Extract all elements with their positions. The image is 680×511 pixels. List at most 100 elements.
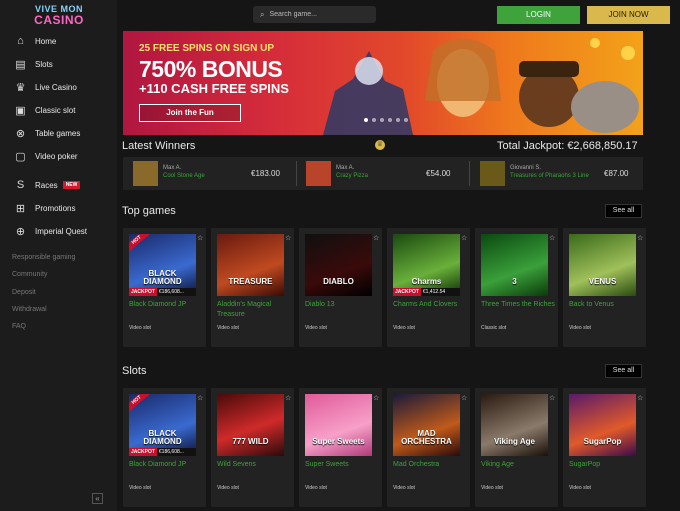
- favorite-star-icon[interactable]: ☆: [373, 234, 379, 242]
- game-card[interactable]: SugarPop ☆ SugarPop Video slot: [563, 388, 646, 507]
- game-type: Video slot: [129, 325, 151, 331]
- game-thumbnail[interactable]: SugarPop: [569, 394, 636, 456]
- game-type: Video slot: [305, 485, 327, 491]
- favorite-star-icon[interactable]: ☆: [373, 394, 379, 402]
- video-poker-icon: ▢: [15, 150, 26, 163]
- sidebar-item-video-poker[interactable]: ▢ Video poker: [14, 148, 78, 164]
- game-name[interactable]: Wild Sevens: [217, 460, 291, 470]
- winner-game[interactable]: Treasures of Pharaohs 3 Line: [510, 173, 589, 179]
- game-thumbnail[interactable]: 3: [481, 234, 548, 296]
- jackpot-value: €186,608...: [156, 288, 196, 296]
- sidebar-item-imperial-quest[interactable]: ⊕ Imperial Quest: [14, 223, 87, 239]
- game-card[interactable]: MAD ORCHESTRA ☆ Mad Orchestra Video slot: [387, 388, 470, 507]
- game-card[interactable]: 3 ☆ Three Times the Riches Classic slot: [475, 228, 558, 347]
- game-thumbnail[interactable]: BLACK DIAMOND HOT JACKPOT €186,608...: [129, 234, 196, 296]
- search-bar[interactable]: ⌕: [253, 6, 376, 23]
- game-thumbnail[interactable]: 777 WILD: [217, 394, 284, 456]
- favorite-star-icon[interactable]: ☆: [549, 234, 555, 242]
- sidebar-item-table-games[interactable]: ⊗ Table games: [14, 125, 80, 141]
- join-now-button[interactable]: JOIN NOW: [587, 6, 670, 24]
- banner-cash-spins: +110 CASH FREE SPINS: [139, 81, 289, 96]
- winner-game-thumbnail: [480, 161, 505, 186]
- sidebar-item-slots[interactable]: ▤ Slots: [14, 56, 53, 72]
- game-card[interactable]: Viking Age ☆ Viking Age Video slot: [475, 388, 558, 507]
- game-name[interactable]: SugarPop: [569, 460, 643, 470]
- game-thumbnail[interactable]: Charms JACKPOT €1,412.54: [393, 234, 460, 296]
- winner-entry[interactable]: Max A. Crazy Pizza €54.00: [306, 161, 456, 186]
- game-card[interactable]: DIABLO ☆ Diablo 13 Video slot: [299, 228, 382, 347]
- game-name[interactable]: Aladdin's Magical Treasure: [217, 300, 291, 320]
- sidebar-item-races[interactable]: S Races NEW: [14, 177, 81, 193]
- footer-link-deposit[interactable]: Deposit: [12, 289, 36, 296]
- footer-link-community[interactable]: Community: [12, 271, 47, 278]
- favorite-star-icon[interactable]: ☆: [197, 394, 203, 402]
- winner-entry[interactable]: Max A. Cool Stone Age €183.00: [133, 161, 283, 186]
- carousel-dot[interactable]: [388, 118, 392, 122]
- collapse-sidebar-button[interactable]: «: [92, 493, 103, 504]
- carousel-dots: [364, 118, 408, 122]
- game-thumbnail[interactable]: BLACK DIAMOND HOT JACKPOT €186,608...: [129, 394, 196, 456]
- favorite-star-icon[interactable]: ☆: [285, 394, 291, 402]
- top-games-title: Top games: [122, 205, 176, 217]
- sidebar-item-home[interactable]: ⌂ Home: [14, 33, 56, 49]
- search-input[interactable]: [269, 11, 365, 18]
- game-thumbnail[interactable]: DIABLO: [305, 234, 372, 296]
- winner-game[interactable]: Cool Stone Age: [163, 173, 205, 179]
- winner-name: Giovanni S.: [510, 165, 542, 171]
- game-name[interactable]: Mad Orchestra: [393, 460, 467, 470]
- favorite-star-icon[interactable]: ☆: [549, 394, 555, 402]
- game-card[interactable]: BLACK DIAMOND HOT JACKPOT €186,608... ☆ Black…: [123, 228, 206, 347]
- sidebar-item-promotions[interactable]: ⊞ Promotions: [14, 200, 76, 216]
- game-name[interactable]: Charms And Clovers: [393, 300, 467, 310]
- promo-banner[interactable]: 25 FREE SPINS ON SIGN UP 750% BONUS +110…: [123, 31, 643, 135]
- game-name[interactable]: Three Times the Riches: [481, 300, 555, 310]
- sidebar-item-live-casino[interactable]: ♛ Live Casino: [14, 79, 77, 95]
- top-games-see-all-button[interactable]: See all: [605, 204, 642, 218]
- favorite-star-icon[interactable]: ☆: [197, 234, 203, 242]
- join-the-fun-button[interactable]: Join the Fun: [139, 104, 241, 122]
- favorite-star-icon[interactable]: ☆: [637, 234, 643, 242]
- winner-entry[interactable]: Giovanni S. Treasures of Pharaohs 3 Line €…: [480, 161, 630, 186]
- login-button[interactable]: LOGIN: [497, 6, 580, 24]
- sidebar-item-label: Video poker: [35, 151, 78, 161]
- game-card[interactable]: Super Sweets ☆ Super Sweets Video slot: [299, 388, 382, 507]
- game-name[interactable]: Black Diamond JP: [129, 300, 203, 310]
- game-name[interactable]: Diablo 13: [305, 300, 379, 310]
- carousel-dot[interactable]: [364, 118, 368, 122]
- game-card[interactable]: TREASURE ☆ Aladdin's Magical Treasure Video…: [211, 228, 294, 347]
- footer-link-withdrawal[interactable]: Withdrawal: [12, 306, 47, 313]
- footer-link-responsible-gaming[interactable]: Responsible gaming: [12, 254, 75, 261]
- favorite-star-icon[interactable]: ☆: [461, 394, 467, 402]
- carousel-dot[interactable]: [380, 118, 384, 122]
- favorite-star-icon[interactable]: ☆: [637, 394, 643, 402]
- game-thumbnail[interactable]: MAD ORCHESTRA: [393, 394, 460, 456]
- gift-icon: ⊞: [15, 202, 26, 215]
- sidebar-item-label: Table games: [35, 128, 81, 138]
- game-name[interactable]: Viking Age: [481, 460, 555, 470]
- sidebar-item-classic-slot[interactable]: ▣ Classic slot: [14, 102, 75, 118]
- game-card[interactable]: 777 WILD ☆ Wild Sevens Video slot: [211, 388, 294, 507]
- favorite-star-icon[interactable]: ☆: [461, 234, 467, 242]
- game-name[interactable]: Black Diamond JP: [129, 460, 203, 470]
- casino-logo[interactable]: VIVE MON CASINO: [33, 5, 85, 29]
- table-games-icon: ⊗: [15, 127, 26, 140]
- new-badge: NEW: [62, 181, 81, 189]
- carousel-dot[interactable]: [404, 118, 408, 122]
- game-name[interactable]: Super Sweets: [305, 460, 379, 470]
- sidebar-item-label: Imperial Quest: [35, 226, 88, 236]
- game-card[interactable]: VENUS ☆ Back to Venus Video slot: [563, 228, 646, 347]
- game-thumbnail[interactable]: Viking Age: [481, 394, 548, 456]
- game-thumbnail[interactable]: Super Sweets: [305, 394, 372, 456]
- footer-link-faq[interactable]: FAQ: [12, 323, 26, 330]
- game-card[interactable]: BLACK DIAMOND HOT JACKPOT €186,608... ☆ Black…: [123, 388, 206, 507]
- game-card[interactable]: Charms JACKPOT €1,412.54 ☆ Charms And Clover…: [387, 228, 470, 347]
- game-thumbnail[interactable]: VENUS: [569, 234, 636, 296]
- game-name[interactable]: Back to Venus: [569, 300, 643, 310]
- carousel-dot[interactable]: [396, 118, 400, 122]
- winner-divider: [469, 161, 470, 186]
- winner-game[interactable]: Crazy Pizza: [336, 173, 368, 179]
- game-thumbnail[interactable]: TREASURE: [217, 234, 284, 296]
- carousel-dot[interactable]: [372, 118, 376, 122]
- slots-see-all-button[interactable]: See all: [605, 364, 642, 378]
- favorite-star-icon[interactable]: ☆: [285, 234, 291, 242]
